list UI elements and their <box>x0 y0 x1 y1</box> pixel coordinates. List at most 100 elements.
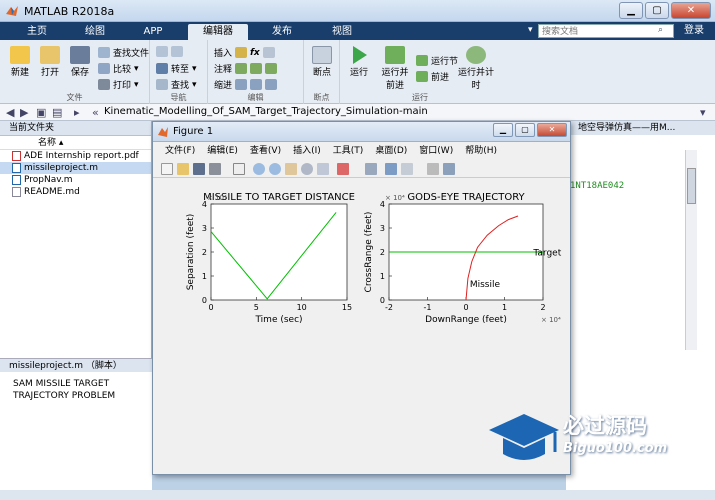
run-time-stopwatch-icon <box>466 46 486 64</box>
file-item[interactable]: README.md <box>0 186 151 198</box>
open-file-icon[interactable] <box>177 163 189 175</box>
find-button[interactable]: 查找 ▾ <box>156 78 197 91</box>
zoom-in-icon[interactable] <box>253 163 265 175</box>
browse-folder-icon[interactable]: ▤ <box>52 106 62 119</box>
smart-indent-icon <box>235 79 248 90</box>
missile-annotation: Missile <box>470 280 501 290</box>
advance-button[interactable]: 前进 <box>416 70 449 83</box>
back-arrow-icon <box>156 46 168 57</box>
maximize-button[interactable]: ▢ <box>645 2 669 19</box>
insert-dropdown-icon[interactable] <box>262 47 275 58</box>
folder-up-icon[interactable]: ▣ <box>36 106 46 119</box>
show-plot-tools-icon[interactable] <box>443 163 455 175</box>
address-bar: ◀ ▶ ▣ ▤ ▸ « Kinematic_Modelling_Of_SAM_T… <box>0 104 715 121</box>
figure-close-button[interactable]: ✕ <box>537 123 567 137</box>
run-button[interactable]: 运行 <box>344 46 374 78</box>
back-icon[interactable]: ◀ <box>6 106 14 119</box>
x-axis-label: DownRange (feet) <box>425 315 507 325</box>
menu-view[interactable]: 查看(V) <box>244 142 287 160</box>
data-cursor-icon[interactable] <box>317 163 329 175</box>
figure-menubar: 文件(F) 编辑(E) 查看(V) 插入(I) 工具(T) 桌面(D) 窗口(W… <box>153 142 570 160</box>
details-panel: SAM MISSILE TARGET TRAJECTORY PROBLEM <box>0 372 152 498</box>
hide-plot-tools-icon[interactable] <box>427 163 439 175</box>
tab-plots[interactable]: 绘图 <box>74 24 116 40</box>
quick-access-dropdown-icon[interactable]: ▾ <box>528 25 533 35</box>
file-item[interactable]: missileproject.m <box>0 162 151 174</box>
menu-file[interactable]: 文件(F) <box>159 142 201 160</box>
path-root-icon[interactable]: ▸ <box>74 106 80 119</box>
run-and-advance-button[interactable]: 运行并前进 <box>378 46 412 91</box>
brush-icon[interactable] <box>337 163 349 175</box>
details-text-line: SAM MISSILE TARGET <box>13 379 110 389</box>
breakpoints-button[interactable]: 断点 <box>308 46 336 78</box>
menu-window[interactable]: 窗口(W) <box>413 142 459 160</box>
nav-arrows[interactable] <box>156 46 183 57</box>
navigate-group: 转至 ▾ 查找 ▾ 导航 <box>150 40 208 104</box>
zoom-out-icon[interactable] <box>269 163 281 175</box>
print-button[interactable]: 打印 ▾ <box>98 78 139 91</box>
tab-view[interactable]: 视图 <box>316 24 368 40</box>
print-figure-icon[interactable] <box>209 163 221 175</box>
fx-button[interactable]: fx <box>250 48 260 58</box>
insert-button[interactable]: 插入 fx <box>214 46 275 59</box>
breakpoint-icon <box>312 46 332 64</box>
new-figure-icon[interactable] <box>161 163 173 175</box>
name-column-header[interactable]: 名称 ▴ <box>0 136 151 150</box>
menu-tools[interactable]: 工具(T) <box>327 142 370 160</box>
tab-publish[interactable]: 发布 <box>256 24 308 40</box>
pointer-icon[interactable] <box>233 163 245 175</box>
figure-minimize-button[interactable]: ▁ <box>493 123 513 137</box>
search-icon[interactable]: ⌕ <box>658 25 672 37</box>
file-item[interactable]: ADE Internship report.pdf <box>0 150 151 162</box>
current-path[interactable]: Kinematic_Modelling_Of_SAM_Target_Trajec… <box>104 106 428 117</box>
matlab-figure-icon <box>158 127 168 137</box>
run-section-icon <box>416 55 428 66</box>
link-plot-icon[interactable] <box>365 163 377 175</box>
y-exponent-label: × 10⁴ <box>385 194 405 202</box>
comment-button[interactable]: 注释 <box>214 62 278 75</box>
close-button[interactable]: ✕ <box>671 2 711 19</box>
open-button[interactable]: 打开 <box>36 46 64 78</box>
x-tick-label: 10 <box>297 303 307 312</box>
folder-icon <box>40 46 60 64</box>
run-section-button[interactable]: 运行节 <box>416 54 458 67</box>
menu-insert[interactable]: 插入(I) <box>287 142 327 160</box>
goto-icon <box>156 63 168 74</box>
file-group-label: 文件 <box>66 93 83 102</box>
colorbar-icon[interactable] <box>385 163 397 175</box>
figure-maximize-button[interactable]: ▢ <box>515 123 535 137</box>
file-item[interactable]: PropNav.m <box>0 174 151 186</box>
forward-icon[interactable]: ▶ <box>20 106 28 119</box>
run-and-time-button[interactable]: 运行并计时 <box>458 46 494 91</box>
goto-button[interactable]: 转至 ▾ <box>156 62 197 75</box>
tab-home[interactable]: 主页 <box>16 24 58 40</box>
editor-tab[interactable]: 地空导弹仿真——用M... <box>566 121 715 135</box>
tab-editor[interactable]: 编辑器 <box>188 24 248 40</box>
tab-apps[interactable]: APP <box>132 24 174 40</box>
menu-help[interactable]: 帮助(H) <box>459 142 503 160</box>
find-files-button[interactable]: 查找文件 <box>98 46 149 59</box>
pan-hand-icon[interactable] <box>285 163 297 175</box>
new-button[interactable]: 新建 <box>6 46 34 78</box>
indent-button[interactable]: 缩进 <box>214 78 278 91</box>
rotate-icon[interactable] <box>301 163 313 175</box>
save-figure-icon[interactable] <box>193 163 205 175</box>
editor-scrollbar[interactable] <box>685 150 697 350</box>
path-chevron-icon[interactable]: « <box>92 106 99 119</box>
menu-edit[interactable]: 编辑(E) <box>201 142 244 160</box>
minimize-button[interactable]: ▁ <box>619 2 643 19</box>
save-button[interactable]: 保存 <box>66 46 94 78</box>
search-docs-input[interactable] <box>538 24 674 38</box>
legend-icon[interactable] <box>401 163 413 175</box>
login-button[interactable]: 登录 <box>684 24 704 38</box>
path-dropdown-icon[interactable]: ▾ <box>700 106 706 119</box>
comment-percent-icon <box>235 63 248 74</box>
figure-plot-area: MISSILE TO TARGET DISTANCETime (sec)Sepa… <box>186 192 562 325</box>
status-bar <box>0 490 715 500</box>
compare-button[interactable]: 比较 ▾ <box>98 62 139 75</box>
x-tick-label: -2 <box>385 303 393 312</box>
editor-code-line[interactable]: 1NT18AE042 <box>570 181 624 191</box>
y-tick-label: 1 <box>380 272 385 281</box>
scrollbar-thumb[interactable] <box>687 168 696 204</box>
menu-desktop[interactable]: 桌面(D) <box>369 142 413 160</box>
